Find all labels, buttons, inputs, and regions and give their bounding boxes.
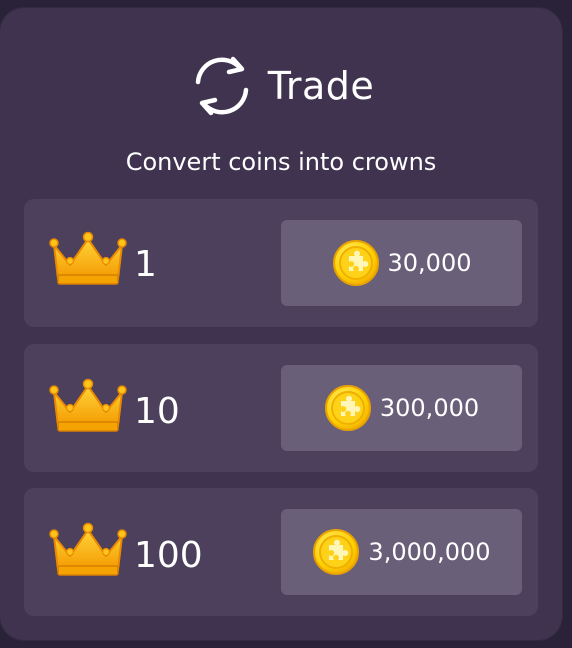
buy-crowns-button[interactable]: 30,000 [281,220,522,306]
crown-amount: 100 [134,535,203,576]
trade-subtitle: Convert coins into crowns [125,148,437,176]
trade-offer-row: 1 30,000 [24,199,538,327]
coin-icon [324,384,372,432]
buy-crowns-button[interactable]: 300,000 [281,365,522,451]
coin-price: 300,000 [379,394,480,422]
refresh-icon [195,56,248,116]
coin-icon [312,528,360,576]
trade-offer-row: 10 300,000 [24,344,538,472]
panel-header: Trade [0,46,562,126]
crown-icon [48,231,128,289]
coin-price: 3,000,000 [368,538,491,566]
crown-amount: 10 [134,391,180,432]
coin-price: 30,000 [387,249,472,277]
page-title: Trade [267,64,375,108]
crown-icon [48,522,128,580]
crown-icon [48,378,128,436]
coin-icon [332,239,380,287]
trade-panel: Trade Convert coins into crowns 1 30,000… [0,8,562,640]
trade-offer-row: 100 3,000,000 [24,488,538,616]
crown-amount: 1 [134,244,157,285]
buy-crowns-button[interactable]: 3,000,000 [281,509,522,595]
